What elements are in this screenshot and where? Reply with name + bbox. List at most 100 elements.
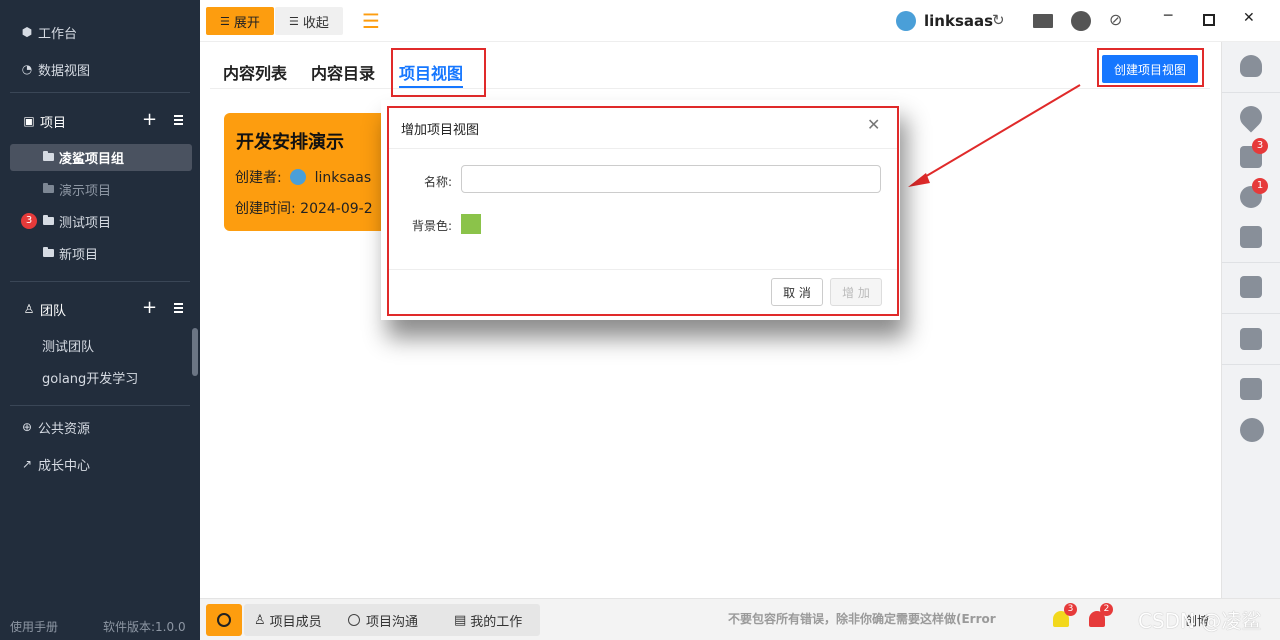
watermark: CSDN @凌鲨: [1138, 609, 1262, 633]
version-text: 软件版本:1.0.0: [103, 620, 186, 634]
members-button[interactable]: ♙ 项目成员: [254, 607, 322, 633]
sidebar-item-label: 测试项目: [59, 215, 112, 231]
collapse-icon: ☰: [289, 14, 299, 28]
add-view-dialog: 增加项目视图 ✕ 名称: 背景色: 取 消 增 加: [387, 106, 899, 316]
close-icon[interactable]: ✕: [867, 115, 880, 134]
folder-icon: [43, 183, 54, 193]
divider: [1222, 313, 1280, 314]
members-label: 项目成员: [269, 614, 322, 630]
sidebar-item-project[interactable]: 新项目: [0, 240, 200, 266]
server-icon[interactable]: [1240, 378, 1262, 400]
add-project-icon[interactable]: +: [142, 111, 157, 129]
notice-text: 不要包容所有错误，除非你确定需要这样做(Error: [728, 612, 996, 626]
document-badge: 3: [1252, 138, 1268, 154]
project-section-header: ▣ 项目: [0, 108, 200, 134]
expand-label: 展开: [233, 15, 260, 31]
right-toolbar: 3 1: [1221, 42, 1280, 598]
sidebar-item-workbench[interactable]: ⬢ 工作台: [0, 19, 200, 45]
created-value: 2024-09-2: [300, 201, 373, 217]
add-team-icon[interactable]: +: [142, 299, 157, 317]
flash-icon[interactable]: [1240, 226, 1262, 248]
hide-icon[interactable]: ⊘: [1109, 10, 1122, 29]
tab-content-list[interactable]: 内容列表: [223, 60, 287, 84]
color-picker-swatch[interactable]: [461, 214, 481, 234]
refresh-icon[interactable]: ↻: [992, 11, 1005, 29]
sidebar-item-label: 新项目: [59, 247, 99, 263]
sidebar-item-label: 数据视图: [38, 63, 91, 79]
project-icon: ▣: [23, 114, 35, 128]
dialog-title: 增加项目视图: [401, 123, 480, 138]
folder-icon: [43, 247, 54, 257]
sidebar-item-team[interactable]: 测试团队: [0, 332, 200, 358]
logo-icon: [896, 11, 916, 31]
highlight-box: [1097, 48, 1204, 87]
sidebar-item-team[interactable]: golang开发学习: [0, 364, 200, 390]
top-bar: ☰ 展开 ☰ 收起 ☰ linksaas ↻ ⊘ ─ ✕: [200, 0, 1280, 42]
sidebar-item-data-view[interactable]: ◔ 数据视图: [0, 56, 200, 82]
card-created: 创建时间: 2024-09-2: [235, 198, 385, 218]
clipboard-icon: ▤: [454, 612, 467, 628]
cube-icon: ⬢: [21, 25, 33, 39]
divider: [10, 281, 190, 282]
avatar: [290, 169, 307, 185]
sidebar-item-label: 工作台: [38, 26, 78, 42]
chat-button[interactable]: 项目沟通: [348, 607, 418, 633]
sidebar-item-growth-center[interactable]: ↗ 成长中心: [0, 451, 200, 477]
trash-icon[interactable]: [1240, 328, 1262, 350]
trend-icon: ↗: [21, 457, 33, 471]
sidebar-item-project[interactable]: 演示项目: [0, 176, 200, 202]
expand-icon: ☰: [220, 14, 230, 28]
name-input[interactable]: [461, 165, 881, 193]
scrollbar[interactable]: [192, 328, 198, 376]
unread-badge: 3: [21, 213, 37, 229]
globe-icon: ⊕: [21, 420, 33, 434]
divider: [10, 405, 190, 406]
close-icon[interactable]: ✕: [1243, 10, 1255, 26]
location-icon[interactable]: [1235, 101, 1267, 133]
name-label: 名称:: [424, 175, 453, 189]
bug-badge: 1: [1252, 178, 1268, 194]
project-list-icon[interactable]: [171, 115, 183, 125]
team-section-header: ♙ 团队: [0, 296, 200, 322]
sidebar-item-project[interactable]: 3 测试项目: [0, 208, 200, 234]
bottom-bar: ♙ 项目成员 项目沟通 ▤ 我的工作 不要包容所有错误，除非你确定需要这样做(E…: [200, 598, 1280, 640]
info-icon[interactable]: [1240, 418, 1264, 442]
card-title: 开发安排演示: [236, 132, 344, 153]
sidebar-item-public-resources[interactable]: ⊕ 公共资源: [0, 414, 200, 440]
alarm-badge: 2: [1100, 603, 1113, 616]
people-icon: ♙: [254, 612, 266, 628]
mail-icon[interactable]: [1033, 14, 1053, 28]
divider: [389, 269, 897, 270]
doc-add-icon[interactable]: [1240, 276, 1262, 298]
project-view-card[interactable]: 开发安排演示 创建者: linksaas 创建时间: 2024-09-2: [224, 113, 394, 231]
tab-content-directory[interactable]: 内容目录: [311, 60, 375, 84]
folder-icon: [43, 215, 54, 225]
menu-icon[interactable]: ☰: [362, 9, 380, 33]
cancel-button[interactable]: 取 消: [771, 278, 823, 306]
add-button[interactable]: 增 加: [830, 278, 882, 306]
sidebar-item-label: 凌鲨项目组: [59, 151, 125, 167]
sidebar-item-project[interactable]: 凌鲨项目组: [0, 144, 200, 170]
my-work-button[interactable]: ▤ 我的工作: [454, 607, 522, 633]
lightbulb-icon[interactable]: [1240, 55, 1262, 77]
section-label: 团队: [40, 303, 67, 319]
divider: [389, 148, 897, 149]
divider: [1222, 92, 1280, 93]
sidebar: ⬢ 工作台 ◔ 数据视图 ▣ 项目 + 凌鲨项目组 演示项目 3 测试项目 新项…: [0, 0, 200, 640]
section-label: 项目: [40, 115, 67, 131]
folder-icon: [43, 151, 54, 161]
manual-link[interactable]: 使用手册: [10, 618, 58, 635]
team-list-icon[interactable]: [171, 303, 183, 313]
chat-icon: [348, 614, 360, 626]
collapse-button[interactable]: ☰ 收起: [275, 7, 343, 35]
pointer-arrow: [908, 84, 1081, 187]
sidebar-item-label: golang开发学习: [42, 371, 139, 387]
face-icon[interactable]: [1071, 11, 1091, 31]
divider: [1222, 262, 1280, 263]
minimize-icon[interactable]: ─: [1164, 8, 1172, 24]
expand-button[interactable]: ☰ 展开: [206, 7, 274, 35]
team-icon: ♙: [23, 302, 35, 316]
sidebar-item-label: 公共资源: [38, 421, 91, 437]
stop-button[interactable]: [206, 604, 242, 636]
maximize-icon[interactable]: [1203, 14, 1215, 26]
